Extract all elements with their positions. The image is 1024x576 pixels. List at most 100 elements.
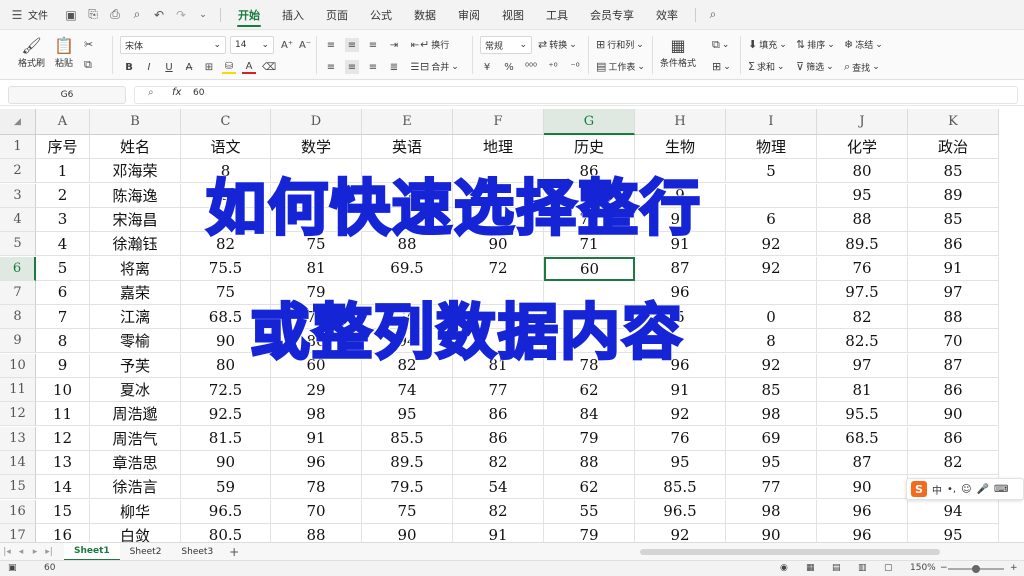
row-header-2[interactable]: 2 [0, 159, 36, 184]
cell-a6[interactable]: 5 [36, 256, 90, 281]
cell-j14[interactable]: 87 [817, 450, 908, 475]
cell-k2[interactable]: 85 [908, 159, 999, 184]
cell-j5[interactable]: 89.5 [817, 232, 908, 257]
cell-j13[interactable]: 68.5 [817, 426, 908, 451]
cell-b2[interactable]: 邓海荣 [90, 159, 181, 184]
sheet-tab-1[interactable]: Sheet1 [64, 542, 120, 561]
next-sheet-icon[interactable]: ▸ [28, 547, 42, 557]
cell-a9[interactable]: 8 [36, 329, 90, 354]
cell-i16[interactable]: 98 [726, 499, 817, 524]
cell-c13[interactable]: 81.5 [181, 426, 271, 451]
fx-label[interactable]: fx [172, 87, 181, 98]
page-layout-icon[interactable]: ▤ [832, 563, 841, 573]
cell-i15[interactable]: 77 [726, 475, 817, 500]
cell-k1[interactable]: 政治 [908, 135, 999, 159]
cell-b15[interactable]: 徐浩言 [90, 475, 181, 500]
zoom-in-icon[interactable]: + [1010, 563, 1018, 573]
cell-g1[interactable]: 历史 [544, 135, 635, 159]
cell-g6[interactable]: 60 [544, 256, 635, 281]
convert-button[interactable]: ⇄ 转换 ⌄ [538, 38, 577, 51]
column-header-d[interactable]: D [271, 109, 362, 135]
cell-k14[interactable]: 82 [908, 450, 999, 475]
cell-c6[interactable]: 75.5 [181, 256, 271, 281]
tab-1[interactable]: 插入 [271, 0, 315, 30]
cell-b16[interactable]: 柳华 [90, 499, 181, 524]
row-header-15[interactable]: 15 [0, 475, 36, 500]
filter-button[interactable]: ⊽ 筛选 ⌄ [796, 60, 834, 73]
align-center-icon[interactable]: ≡ [345, 60, 359, 74]
cell-k7[interactable]: 97 [908, 280, 999, 305]
cell-i2[interactable]: 5 [726, 159, 817, 184]
cell-h6[interactable]: 87 [635, 256, 726, 281]
format-painter-button[interactable]: 🖌 格式刷 [18, 36, 45, 69]
row-header-13[interactable]: 13 [0, 426, 36, 451]
column-header-k[interactable]: K [908, 109, 999, 135]
align-middle-icon[interactable]: ≡ [345, 38, 359, 52]
table-style-button[interactable]: ⊞ ⌄ [712, 60, 731, 73]
tab-8[interactable]: 会员专享 [579, 0, 645, 30]
print-icon[interactable]: ⎙ [104, 4, 126, 26]
cell-b13[interactable]: 周浩气 [90, 426, 181, 451]
cell-b3[interactable]: 陈海逸 [90, 183, 181, 208]
cell-a4[interactable]: 3 [36, 207, 90, 232]
cell-c17[interactable]: 80.5 [181, 523, 271, 542]
cell-d14[interactable]: 96 [271, 450, 362, 475]
row-header-7[interactable]: 7 [0, 280, 36, 305]
prev-sheet-icon[interactable]: ◂ [14, 547, 28, 557]
cell-f13[interactable]: 86 [453, 426, 544, 451]
cell-h13[interactable]: 76 [635, 426, 726, 451]
file-menu[interactable]: 文件 [28, 7, 48, 22]
cell-d16[interactable]: 70 [271, 499, 362, 524]
first-sheet-icon[interactable]: |◂ [0, 547, 14, 557]
cell-a15[interactable]: 14 [36, 475, 90, 500]
cell-b14[interactable]: 章浩思 [90, 450, 181, 475]
cell-d6[interactable]: 81 [271, 256, 362, 281]
wrap-text-button[interactable]: ↵ 换行 [420, 38, 449, 51]
font-shrink-button[interactable]: A⁻ [298, 38, 312, 52]
cell-h11[interactable]: 91 [635, 378, 726, 402]
cell-a17[interactable]: 16 [36, 523, 90, 542]
sum-button[interactable]: Σ 求和 ⌄ [748, 60, 785, 73]
align-left-icon[interactable]: ≡ [324, 60, 338, 74]
cell-d11[interactable]: 29 [271, 378, 362, 402]
cell-k3[interactable]: 89 [908, 183, 999, 208]
row-header-4[interactable]: 4 [0, 207, 36, 232]
cell-a5[interactable]: 4 [36, 232, 90, 257]
cell-j16[interactable]: 96 [817, 499, 908, 524]
column-header-h[interactable]: H [635, 109, 726, 135]
fill-button[interactable]: ⬇ 填充 ⌄ [748, 38, 787, 51]
cell-k4[interactable]: 85 [908, 207, 999, 232]
worksheet-button[interactable]: ▤ 工作表 ⌄ [596, 60, 645, 73]
cell-f12[interactable]: 86 [453, 402, 544, 427]
row-header-17[interactable]: 17 [0, 523, 36, 542]
cell-a8[interactable]: 7 [36, 305, 90, 330]
cell-i4[interactable]: 6 [726, 207, 817, 232]
cell-d13[interactable]: 91 [271, 426, 362, 451]
cell-j8[interactable]: 82 [817, 305, 908, 330]
cell-e15[interactable]: 79.5 [362, 475, 453, 500]
cell-e14[interactable]: 89.5 [362, 450, 453, 475]
cell-i5[interactable]: 92 [726, 232, 817, 257]
cell-a16[interactable]: 15 [36, 499, 90, 524]
undo-icon[interactable]: ↶ [148, 4, 170, 26]
cell-f11[interactable]: 77 [453, 378, 544, 402]
cell-k13[interactable]: 86 [908, 426, 999, 451]
cell-k11[interactable]: 86 [908, 378, 999, 402]
cell-b4[interactable]: 宋海昌 [90, 207, 181, 232]
cell-c16[interactable]: 96.5 [181, 499, 271, 524]
font-color-icon[interactable]: A [242, 60, 256, 74]
cell-i6[interactable]: 92 [726, 256, 817, 281]
add-sheet-icon[interactable]: + [229, 545, 239, 559]
cell-c12[interactable]: 92.5 [181, 402, 271, 427]
cell-b11[interactable]: 夏冰 [90, 378, 181, 402]
cell-b5[interactable]: 徐瀚钰 [90, 232, 181, 257]
cell-g16[interactable]: 55 [544, 499, 635, 524]
copy-button[interactable]: ⧉ [84, 58, 92, 72]
cell-f1[interactable]: 地理 [453, 135, 544, 159]
cell-a12[interactable]: 11 [36, 402, 90, 427]
sheet-tab-3[interactable]: Sheet3 [171, 543, 223, 561]
cell-j2[interactable]: 80 [817, 159, 908, 184]
column-header-e[interactable]: E [362, 109, 453, 135]
column-header-g[interactable]: G [544, 109, 635, 135]
cell-j4[interactable]: 88 [817, 207, 908, 232]
